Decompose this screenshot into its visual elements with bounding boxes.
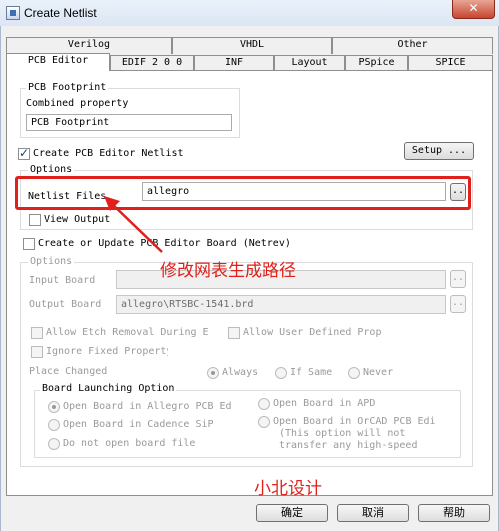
create-netlist-label: Create PCB Editor Netlist [33,148,184,159]
board-launch-label: Board Launching Option [40,383,177,394]
title-bar: Create Netlist ✕ [0,0,499,26]
do-not-open-radio[interactable] [48,438,60,450]
input-board-label: Input Board [29,275,96,286]
allow-user-checkbox[interactable] [228,327,240,339]
place-if-same-label: If Same [290,367,333,378]
allow-etch-checkbox[interactable] [31,327,43,339]
open-allegro-label: Open Board in Allegro PCB Ed [63,401,232,412]
open-apd-radio[interactable] [258,398,270,410]
tab-pspice[interactable]: PSpice [345,55,408,71]
orcad-note-line1: (This option will not [279,428,406,439]
tab-pcb-editor[interactable]: PCB Editor [6,53,110,71]
ok-button[interactable]: 确定 [256,504,328,522]
tab-layout[interactable]: Layout [274,55,345,71]
ignore-fixed-checkbox[interactable] [31,346,43,358]
place-never-radio[interactable] [348,367,360,379]
tab-spice[interactable]: SPICE [408,55,493,71]
create-board-checkbox[interactable] [23,238,35,250]
footprint-group-label: PCB Footprint [26,82,109,93]
open-orcad-radio[interactable] [258,416,270,428]
ignore-fixed-label: Ignore Fixed Property [46,346,168,357]
options-label-netlist: Options [28,164,75,175]
tab-edif[interactable]: EDIF 2 0 0 [110,55,194,71]
place-changed-label: Place Changed [29,366,108,377]
output-board-browse-button[interactable]: .. [450,295,466,313]
view-output-checkbox[interactable] [29,214,41,226]
tab-verilog[interactable]: Verilog [6,37,172,54]
window-title: Create Netlist [24,6,97,20]
footprint-input[interactable]: PCB Footprint [26,114,232,131]
annotation-arrow [104,196,163,253]
place-always-label: Always [222,367,259,378]
input-board-browse-button[interactable]: .. [450,270,466,288]
options-label-board: Options [28,256,75,267]
tab-inf[interactable]: INF [194,55,274,71]
open-allegro-radio[interactable] [48,401,60,413]
open-sip-label: Open Board in Cadence SiP [63,419,214,430]
orcad-note-line2: transfer any high-speed [279,440,418,451]
output-board-label: Output Board [29,299,102,310]
setup-button[interactable]: Setup ... [404,142,474,160]
tab-vhdl[interactable]: VHDL [172,37,332,54]
create-netlist-checkbox[interactable] [18,146,30,160]
open-orcad-label: Open Board in OrCAD PCB Edi [273,416,436,427]
allow-etch-label: Allow Etch Removal During E [46,327,208,338]
do-not-open-label: Do not open board file [63,438,196,449]
tab-other[interactable]: Other [332,37,493,54]
open-apd-label: Open Board in APD [273,398,376,409]
help-button[interactable]: 帮助 [418,504,490,522]
output-board-input[interactable]: allegro\RTSBC-1541.brd [116,295,446,314]
place-always-radio[interactable] [207,367,219,379]
annotation-text: 修改网表生成路径 [160,261,296,281]
watermark-text: 小北设计 [254,479,322,499]
place-never-label: Never [363,367,394,378]
app-icon [6,6,20,20]
allow-user-label: Allow User Defined Prop [243,327,382,338]
open-sip-radio[interactable] [48,419,60,431]
place-if-same-radio[interactable] [275,367,287,379]
combined-property-label: Combined property [26,98,129,109]
close-button[interactable]: ✕ [452,0,495,19]
highlight-box [15,176,471,210]
cancel-button[interactable]: 取消 [337,504,409,522]
